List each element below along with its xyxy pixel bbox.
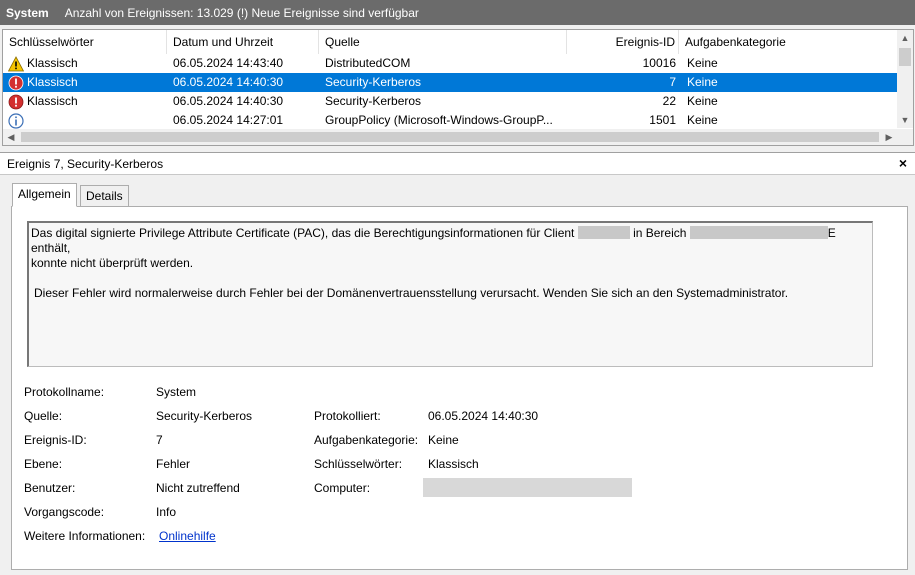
event-id-label: Ereignis-ID: <box>24 433 87 447</box>
user-value: Nicht zutreffend <box>156 481 240 495</box>
event-keywords: Klassisch <box>27 56 78 70</box>
log-name-label: Protokollname: <box>24 385 105 399</box>
opcode-value: Info <box>156 505 177 519</box>
column-header-source[interactable]: Quelle <box>319 30 567 54</box>
vertical-scrollbar[interactable]: ▲ ▼ <box>897 30 913 128</box>
scrollbar-thumb[interactable] <box>899 48 911 66</box>
event-keywords: Klassisch <box>27 94 78 108</box>
computer-label: Computer: <box>314 481 371 495</box>
source-label: Quelle: <box>24 409 63 423</box>
keywords-value: Klassisch <box>428 457 479 471</box>
event-list-header: Schlüsselwörter Datum und Uhrzeit Quelle… <box>3 30 899 54</box>
level-value: Fehler <box>156 457 191 471</box>
event-datetime: 06.05.2024 14:40:30 <box>173 94 284 108</box>
logged-label: Protokolliert: <box>314 409 381 423</box>
event-id: 22 <box>662 94 676 108</box>
message-text: konnte nicht überprüft werden. <box>31 256 194 270</box>
horizontal-scrollbar[interactable]: ◀ ▶ <box>3 129 913 145</box>
message-text: Das digital signierte Privilege Attribut… <box>31 226 575 240</box>
event-message[interactable]: Das digital signierte Privilege Attribut… <box>27 221 873 367</box>
more-info-label: Weitere Informationen: <box>24 529 146 543</box>
column-header-keywords[interactable]: Schlüsselwörter <box>3 30 167 54</box>
message-text: in Bereich <box>633 226 687 240</box>
log-name-value: System <box>156 385 197 399</box>
column-header-task-category[interactable]: Aufgabenkategorie <box>679 30 899 54</box>
event-keywords <box>27 111 167 130</box>
detail-title: Ereignis 7, Security-Kerberos <box>7 157 164 171</box>
logged-value: 06.05.2024 14:40:30 <box>428 409 539 423</box>
level-label: Ebene: <box>24 457 63 471</box>
task-category-label: Aufgabenkategorie: <box>314 433 419 447</box>
redacted-realm <box>689 226 828 239</box>
event-row[interactable]: Klassisch 06.05.2024 14:43:40 Distribute… <box>3 54 899 73</box>
event-source: Security-Kerberos <box>325 75 422 89</box>
scroll-up-icon[interactable]: ▲ <box>897 30 913 46</box>
scroll-right-icon[interactable]: ▶ <box>881 129 897 145</box>
event-source: GroupPolicy (Microsoft-Windows-GroupP... <box>325 113 553 127</box>
message-paragraph: Dieser Fehler wird normalerweise durch F… <box>34 286 789 300</box>
close-icon[interactable]: × <box>899 155 907 171</box>
scroll-down-icon[interactable]: ▼ <box>897 112 913 128</box>
event-category: Keine <box>687 75 718 89</box>
task-category-value: Keine <box>428 433 459 447</box>
information-icon <box>8 113 24 129</box>
user-label: Benutzer: <box>24 481 76 495</box>
event-keywords: Klassisch <box>27 75 78 89</box>
online-help-link[interactable]: Onlinehilfe <box>159 529 216 543</box>
general-tab-panel: Das digital signierte Privilege Attribut… <box>11 206 908 570</box>
log-title-bar: System Anzahl von Ereignissen: 13.029 (!… <box>0 0 915 25</box>
event-datetime: 06.05.2024 14:27:01 <box>173 113 284 127</box>
event-category: Keine <box>687 113 718 127</box>
tab-details[interactable]: Details <box>80 185 129 207</box>
event-datetime: 06.05.2024 14:43:40 <box>173 56 284 70</box>
column-header-event-id[interactable]: Ereignis-ID <box>567 30 679 54</box>
keywords-label: Schlüsselwörter: <box>314 457 403 471</box>
warning-icon <box>8 56 24 72</box>
event-source: DistributedCOM <box>325 56 411 70</box>
opcode-label: Vorgangscode: <box>24 505 105 519</box>
event-count-summary[interactable]: Anzahl von Ereignissen: 13.029 (!) Neue … <box>65 6 419 20</box>
source-value: Security-Kerberos <box>156 409 253 423</box>
event-source: Security-Kerberos <box>325 94 422 108</box>
log-name: System <box>6 5 49 20</box>
error-icon <box>8 75 24 91</box>
event-id-value: 7 <box>156 433 163 447</box>
event-list[interactable]: Schlüsselwörter Datum und Uhrzeit Quelle… <box>2 29 914 146</box>
event-id: 7 <box>669 75 676 89</box>
event-row[interactable]: Klassisch 06.05.2024 14:40:30 Security-K… <box>3 92 899 111</box>
error-icon <box>8 94 24 110</box>
event-category: Keine <box>687 94 718 108</box>
event-row-selected[interactable]: Klassisch 06.05.2024 14:40:30 Security-K… <box>3 73 899 92</box>
scroll-left-icon[interactable]: ◀ <box>3 129 19 145</box>
scrollbar-thumb[interactable] <box>21 132 879 142</box>
event-row[interactable]: 06.05.2024 14:27:01 GroupPolicy (Microso… <box>3 111 899 130</box>
redacted-computer-name <box>423 478 632 497</box>
event-detail-pane: Ereignis 7, Security-Kerberos × Allgemei… <box>0 152 915 575</box>
event-id: 10016 <box>642 56 676 70</box>
tab-general[interactable]: Allgemein <box>12 183 77 207</box>
event-category: Keine <box>687 56 718 70</box>
column-header-datetime[interactable]: Datum und Uhrzeit <box>167 30 319 54</box>
detail-header: Ereignis 7, Security-Kerberos × <box>0 153 915 175</box>
event-datetime: 06.05.2024 14:40:30 <box>173 75 284 89</box>
event-id: 1501 <box>649 113 676 127</box>
redacted-client <box>577 226 630 239</box>
